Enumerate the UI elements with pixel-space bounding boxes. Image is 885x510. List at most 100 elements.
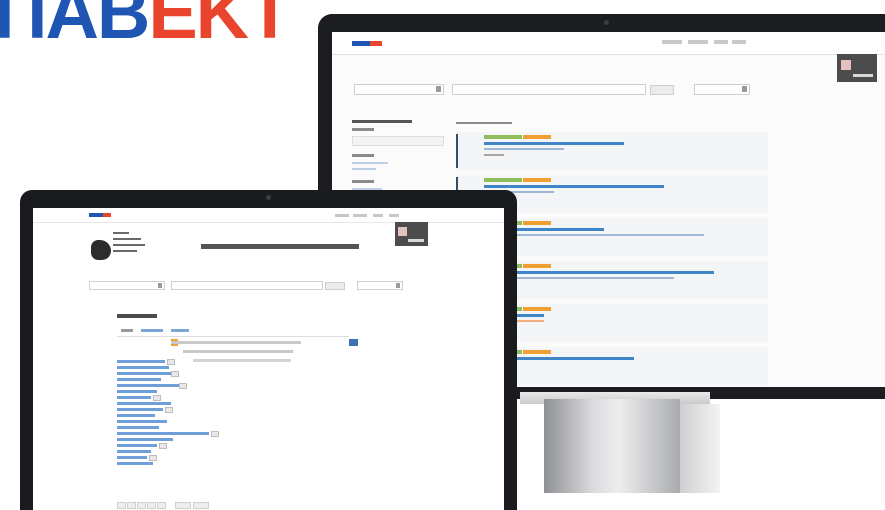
result-tag-orange xyxy=(523,307,551,311)
monitor-nav-item xyxy=(714,40,728,44)
brand-logo-part1: ΠΑΒ xyxy=(0,0,150,48)
result-tag-orange xyxy=(523,221,551,225)
laptop-search-scope-select xyxy=(357,281,403,290)
laptop-page-title xyxy=(201,244,359,249)
pagination-next xyxy=(175,502,191,509)
result-tag-orange xyxy=(523,264,551,268)
laptop-tab xyxy=(141,329,163,332)
list-item xyxy=(117,426,159,429)
laptop-tab xyxy=(121,329,133,332)
count-badge xyxy=(165,407,173,413)
alphabet-filter-row xyxy=(193,359,291,362)
list-item xyxy=(117,438,173,441)
monitor-stand xyxy=(544,399,680,493)
crest-text-line xyxy=(113,244,145,246)
monitor-nav-item xyxy=(662,40,682,44)
list-item xyxy=(117,396,151,399)
alphabet-filter-row xyxy=(171,341,301,344)
list-item xyxy=(117,402,171,405)
laptop-section-heading xyxy=(117,314,157,318)
institution-crest-logo xyxy=(91,228,157,262)
monitor-stand-side xyxy=(680,404,720,493)
pagination-item xyxy=(117,502,126,509)
result-tag-green xyxy=(484,135,522,139)
result-subtitle xyxy=(484,234,704,236)
monitor-login-box xyxy=(837,54,877,82)
filter-toggle-button xyxy=(349,339,358,346)
list-item xyxy=(117,432,209,435)
laptop xyxy=(20,190,517,510)
pagination-item xyxy=(147,502,156,509)
pagination-item xyxy=(127,502,136,509)
result-meta xyxy=(484,154,504,156)
chevron-down-icon xyxy=(436,86,441,92)
monitor-login-text xyxy=(853,74,873,77)
laptop-camera xyxy=(266,195,271,200)
list-item xyxy=(117,414,155,417)
laptop-tab xyxy=(171,329,189,332)
monitor-camera xyxy=(604,20,609,25)
count-badge xyxy=(167,359,175,365)
sidebar-subheading xyxy=(352,180,374,183)
laptop-login-text xyxy=(408,239,424,242)
chevron-down-icon xyxy=(396,283,400,288)
list-item xyxy=(117,456,147,459)
chevron-down-icon xyxy=(158,283,162,288)
crest-text-line xyxy=(113,238,141,240)
result-tag-orange xyxy=(523,135,551,139)
laptop-nav-item xyxy=(353,214,367,217)
laptop-site-logo xyxy=(89,213,111,217)
sidebar-link xyxy=(352,162,388,164)
list-item xyxy=(117,366,169,369)
result-accent-bar xyxy=(456,134,458,168)
result-tag-orange xyxy=(523,350,551,354)
count-badge xyxy=(149,455,157,461)
list-item xyxy=(117,360,165,363)
monitor-results-count xyxy=(456,122,512,124)
crest-text-line xyxy=(113,232,129,234)
result-card xyxy=(456,132,768,170)
laptop-search-field-select xyxy=(89,281,165,290)
chevron-down-icon xyxy=(742,86,747,92)
list-item xyxy=(117,420,167,423)
count-badge xyxy=(171,371,179,377)
result-subtitle xyxy=(484,148,564,150)
list-item xyxy=(117,462,153,465)
crest-emblem xyxy=(91,240,111,260)
list-item xyxy=(117,408,163,411)
sidebar-subheading xyxy=(352,128,374,131)
sidebar-link xyxy=(352,168,376,170)
list-item xyxy=(117,390,157,393)
list-item xyxy=(117,378,161,381)
sidebar-heading xyxy=(352,120,412,123)
laptop-search-input xyxy=(171,281,323,290)
pagination-item xyxy=(137,502,146,509)
count-badge xyxy=(153,395,161,401)
sidebar-filter-box xyxy=(352,136,444,146)
laptop-search-button xyxy=(325,282,345,290)
list-item xyxy=(117,372,177,375)
result-title xyxy=(484,142,624,145)
monitor-search-field-select xyxy=(354,84,444,95)
monitor-login-icon xyxy=(841,60,851,70)
laptop-login-icon xyxy=(398,227,407,236)
laptop-nav-item xyxy=(335,214,349,217)
monitor-search-button xyxy=(650,85,674,95)
monitor-nav-item xyxy=(688,40,708,44)
laptop-nav-item xyxy=(373,214,383,217)
laptop-site-header xyxy=(33,208,504,223)
list-item xyxy=(117,450,151,453)
result-title xyxy=(484,271,714,274)
pagination-last xyxy=(193,502,209,509)
result-tag-orange xyxy=(523,178,551,182)
laptop-tabs xyxy=(117,327,349,337)
laptop-screen xyxy=(33,208,504,510)
monitor-site-header xyxy=(332,32,885,55)
list-item xyxy=(117,444,157,447)
monitor-search-input xyxy=(452,84,646,95)
laptop-login-box xyxy=(395,222,428,246)
brand-logo: ΠΑΒΕΚΤ xyxy=(0,0,290,48)
monitor-site-logo xyxy=(352,41,382,46)
monitor-search-scope-select xyxy=(694,84,750,95)
monitor-nav-item xyxy=(732,40,746,44)
